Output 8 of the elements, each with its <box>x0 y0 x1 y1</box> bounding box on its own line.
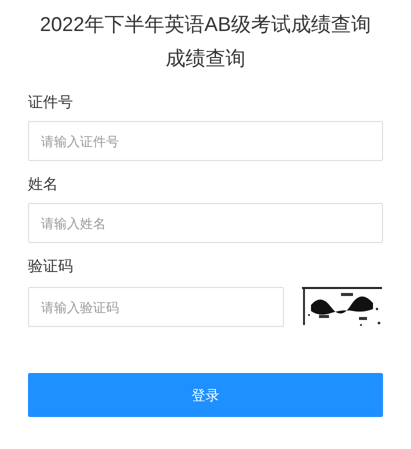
login-button[interactable]: 登录 <box>28 373 383 417</box>
field-label: 验证码 <box>28 257 73 277</box>
field-label: 证件号 <box>28 93 73 113</box>
field-label: 姓名 <box>28 175 58 195</box>
page-title: 2022年下半年英语AB级考试成绩查询成绩查询 <box>38 13 372 72</box>
input-field[interactable]: 请输入验证码 <box>28 287 284 327</box>
input-field[interactable]: 请输入证件号 <box>28 121 383 161</box>
input-field[interactable]: 请输入姓名 <box>28 203 383 243</box>
